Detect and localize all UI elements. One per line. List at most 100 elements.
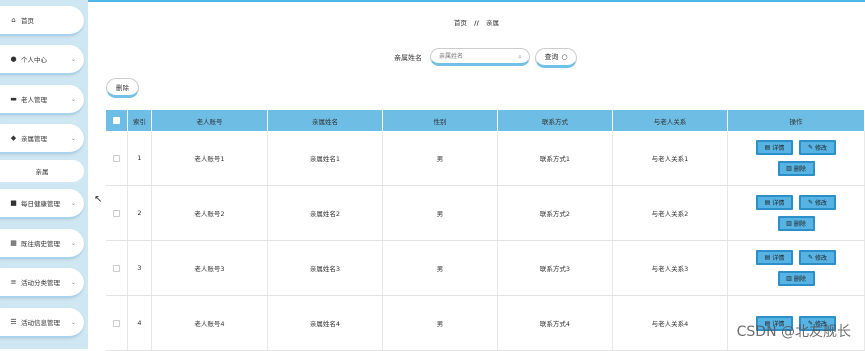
batch-delete-button[interactable]: 删除 bbox=[106, 78, 139, 98]
header-index: 索引 bbox=[128, 110, 152, 131]
sidebar: ⌂ 首页 ● 个人中心 ⌄ ▬ 老人管理 ⌄ ◆ 亲属管理 ⌄ 亲属 ■ 每日健… bbox=[0, 0, 88, 349]
cell-gender: 男 bbox=[383, 296, 498, 350]
chevron-down-icon: ⌄ bbox=[70, 199, 76, 207]
cell-contact: 联系方式1 bbox=[498, 131, 613, 185]
relatives-table: 索引 老人账号 亲属姓名 性别 联系方式 与老人关系 操作 1 老人账号1 亲属… bbox=[106, 110, 865, 351]
edit-button[interactable]: ✎ 修改 bbox=[799, 195, 836, 210]
detail-icon: ▤ bbox=[764, 144, 771, 151]
edit-label: 修改 bbox=[815, 145, 828, 152]
breadcrumb-current: 亲属 bbox=[485, 19, 499, 27]
table-row: 1 老人账号1 亲属姓名1 男 联系方式1 与老人关系1 ▤ 详情 ✎ 修改 ▥ 删除 bbox=[106, 131, 865, 186]
table-row: 3 老人账号3 亲属姓名3 男 联系方式3 与老人关系3 ▤ 详情 ✎ 修改 ▥ 删除 bbox=[106, 241, 865, 296]
sidebar-item-medical-history[interactable]: ▦ 既往病史管理 ⌄ bbox=[0, 229, 84, 259]
briefcase-icon: ▬ bbox=[10, 95, 17, 103]
detail-button[interactable]: ▤ 详情 bbox=[756, 140, 793, 155]
sidebar-item-relatives-management[interactable]: ◆ 亲属管理 ⌄ bbox=[0, 124, 84, 154]
delete-label: 删除 bbox=[793, 166, 806, 173]
chevron-down-icon: ⌄ bbox=[70, 278, 76, 286]
row-select-cell bbox=[106, 241, 128, 295]
search-button[interactable]: 查询 ○ bbox=[535, 48, 577, 68]
sidebar-item-activity-info[interactable]: ☰ 活动信息管理 ⌄ bbox=[0, 308, 84, 338]
cell-index: 2 bbox=[128, 186, 152, 240]
header-contact: 联系方式 bbox=[498, 110, 613, 131]
detail-icon: ▤ bbox=[764, 199, 771, 206]
watermark: CSDN @北友舰长 bbox=[736, 324, 851, 340]
sidebar-item-label: 活动信息管理 bbox=[21, 319, 60, 327]
cell-index: 4 bbox=[128, 296, 152, 350]
user-icon: ● bbox=[10, 55, 17, 63]
cell-relation: 与老人关系1 bbox=[613, 131, 728, 185]
detail-label: 详情 bbox=[772, 145, 785, 152]
row-checkbox[interactable] bbox=[113, 154, 120, 162]
cell-gender: 男 bbox=[383, 186, 498, 240]
header-gender: 性别 bbox=[383, 110, 498, 131]
sidebar-item-label: 每日健康管理 bbox=[21, 200, 60, 208]
row-checkbox[interactable] bbox=[113, 319, 120, 327]
cell-relation: 与老人关系2 bbox=[613, 186, 728, 240]
delete-button[interactable]: ▥ 删除 bbox=[777, 271, 815, 286]
row-checkbox[interactable] bbox=[113, 209, 120, 217]
trash-icon: ▥ bbox=[786, 165, 792, 172]
sidebar-item-label: 首页 bbox=[21, 17, 34, 25]
delete-button[interactable]: ▥ 删除 bbox=[777, 216, 815, 231]
sidebar-item-home[interactable]: ⌂ 首页 bbox=[0, 6, 84, 36]
sidebar-subitem-label: 亲属 bbox=[35, 168, 49, 176]
sidebar-item-elderly-management[interactable]: ▬ 老人管理 ⌄ bbox=[0, 85, 84, 115]
cell-name: 亲属姓名1 bbox=[268, 131, 383, 185]
delete-label: 删除 bbox=[793, 276, 806, 283]
row-checkbox[interactable] bbox=[113, 264, 120, 272]
edit-button[interactable]: ✎ 修改 bbox=[799, 250, 836, 265]
main-content: 首页 // 亲属 亲属姓名 ⌕ 查询 ○ 删除 索引 老人账号 亲属姓名 性别 … bbox=[88, 0, 865, 351]
cell-actions: ▤ 详情 ✎ 修改 ▥ 删除 bbox=[728, 131, 865, 185]
detail-button[interactable]: ▤ 详情 bbox=[756, 195, 793, 210]
header-select-all bbox=[106, 110, 128, 131]
cell-relation: 与老人关系4 bbox=[613, 296, 728, 350]
sidebar-item-label: 亲属管理 bbox=[21, 135, 47, 143]
select-all-checkbox[interactable] bbox=[113, 117, 120, 124]
detail-button[interactable]: ▤ 详情 bbox=[756, 250, 793, 265]
chevron-down-icon: ⌄ bbox=[70, 318, 76, 326]
cell-index: 3 bbox=[128, 241, 152, 295]
edit-button[interactable]: ✎ 修改 bbox=[799, 140, 836, 155]
cell-actions: ▤ 详情 ✎ 修改 ▥ 删除 bbox=[728, 186, 865, 240]
sidebar-item-label: 个人中心 bbox=[21, 56, 47, 64]
cell-contact: 联系方式3 bbox=[498, 241, 613, 295]
sidebar-item-daily-health[interactable]: ■ 每日健康管理 ⌄ bbox=[0, 189, 84, 219]
top-accent-line bbox=[88, 0, 865, 2]
cell-account: 老人账号4 bbox=[152, 296, 268, 350]
cell-account: 老人账号3 bbox=[152, 241, 268, 295]
search-input[interactable] bbox=[430, 48, 530, 66]
cell-account: 老人账号2 bbox=[152, 186, 268, 240]
trash-icon: ▥ bbox=[786, 275, 792, 282]
row-select-cell bbox=[106, 186, 128, 240]
cell-actions: ▤ 详情 ✎ 修改 ▥ 删除 bbox=[728, 241, 865, 295]
breadcrumb-home[interactable]: 首页 bbox=[454, 19, 467, 27]
cell-name: 亲属姓名2 bbox=[268, 186, 383, 240]
cell-contact: 联系方式2 bbox=[498, 186, 613, 240]
cell-index: 1 bbox=[128, 131, 152, 185]
edit-icon: ✎ bbox=[807, 144, 813, 151]
chevron-down-icon: ⌄ bbox=[70, 134, 76, 142]
sidebar-item-activity-category[interactable]: ≡ 活动分类管理 ⌄ bbox=[0, 268, 84, 298]
detail-icon: ▤ bbox=[764, 254, 771, 261]
edit-label: 修改 bbox=[815, 255, 828, 262]
cell-gender: 男 bbox=[383, 241, 498, 295]
chevron-down-icon: ⌄ bbox=[70, 95, 76, 103]
chevron-down-icon: ⌄ bbox=[70, 55, 76, 63]
chevron-down-icon: ⌄ bbox=[70, 239, 76, 247]
cell-relation: 与老人关系3 bbox=[613, 241, 728, 295]
sidebar-item-label: 既往病史管理 bbox=[21, 240, 60, 248]
header-account: 老人账号 bbox=[152, 110, 268, 131]
sidebar-subitem-relatives[interactable]: 亲属 bbox=[0, 160, 84, 182]
sidebar-item-label: 老人管理 bbox=[21, 96, 47, 104]
delete-label: 删除 bbox=[793, 221, 806, 228]
edit-label: 修改 bbox=[815, 200, 828, 207]
delete-button[interactable]: ▥ 删除 bbox=[777, 161, 815, 176]
cell-name: 亲属姓名3 bbox=[268, 241, 383, 295]
trash-icon: ▥ bbox=[786, 220, 792, 227]
search-label: 亲属姓名 bbox=[394, 54, 422, 62]
edit-icon: ✎ bbox=[807, 254, 813, 261]
home-icon: ⌂ bbox=[11, 16, 16, 24]
table-row: 2 老人账号2 亲属姓名2 男 联系方式2 与老人关系2 ▤ 详情 ✎ 修改 ▥ 删除 bbox=[106, 186, 865, 241]
sidebar-item-personal-center[interactable]: ● 个人中心 ⌄ bbox=[0, 45, 84, 75]
